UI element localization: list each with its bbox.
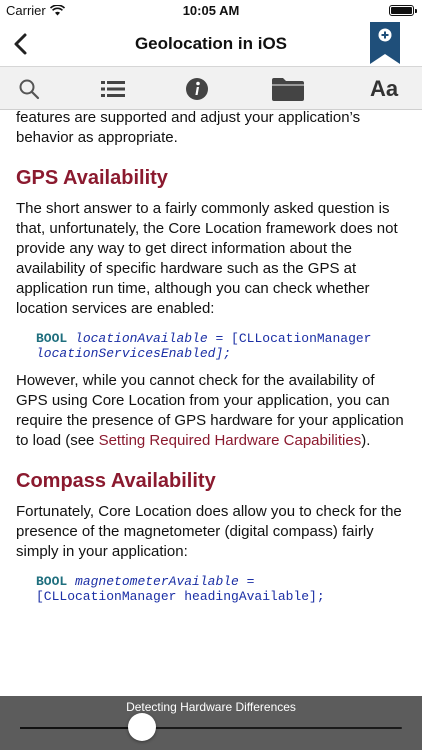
- battery-icon: [389, 5, 417, 16]
- code-line: BOOL locationAvailable = [CLLocationMana…: [36, 331, 406, 346]
- chapter-scrubber: Detecting Hardware Differences: [0, 696, 422, 750]
- code-line: locationServicesEnabled];: [36, 346, 232, 361]
- nav-bar: Geolocation in iOS: [0, 22, 422, 66]
- search-button[interactable]: [16, 74, 42, 104]
- code-variable: magnetometerAvailable: [75, 574, 239, 589]
- paragraph-gps-2: However, while you cannot check for the …: [16, 371, 406, 451]
- code-block-location: BOOL locationAvailable = [CLLocationMana…: [36, 331, 406, 361]
- code-block-magnetometer: BOOL magnetometerAvailable = [CLLocation…: [36, 574, 406, 604]
- current-section-label: Detecting Hardware Differences: [126, 700, 296, 714]
- code-keyword: BOOL: [36, 574, 68, 589]
- contents-button[interactable]: [100, 74, 126, 104]
- toolbar: Aa: [0, 66, 422, 110]
- heading-compass-availability: Compass Availability: [16, 470, 216, 492]
- paragraph-intro: features are supported and adjust your a…: [16, 110, 361, 146]
- code-variable: locationAvailable: [75, 331, 208, 346]
- back-chevron-icon[interactable]: [8, 30, 36, 58]
- info-button[interactable]: [184, 74, 210, 104]
- code-text: = [CLLocationManager: [207, 331, 372, 346]
- code-line: BOOL magnetometerAvailable =: [36, 574, 406, 589]
- paragraph-compass: Fortunately, Core Location does allow yo…: [16, 503, 402, 560]
- paragraph-text: ).: [361, 432, 371, 449]
- folder-icon: [272, 78, 304, 101]
- code-keyword: BOOL: [36, 331, 68, 346]
- code-line: [CLLocationManager headingAvailable];: [36, 589, 325, 604]
- scrubber-fill: [20, 727, 143, 729]
- folder-button[interactable]: [271, 74, 305, 104]
- paragraph-gps-1: The short answer to a fairly commonly as…: [16, 200, 398, 317]
- reader-content[interactable]: features are supported and adjust your a…: [0, 110, 422, 696]
- font-settings-button[interactable]: Aa: [366, 74, 402, 104]
- info-icon: [186, 78, 208, 100]
- link-required-hardware[interactable]: Setting Required Hardware Capabilities: [99, 432, 362, 449]
- heading-gps-availability: GPS Availability: [16, 167, 168, 189]
- page-title: Geolocation in iOS: [134, 34, 288, 53]
- search-icon: [19, 79, 40, 100]
- scrubber-track[interactable]: [20, 727, 402, 729]
- status-bar: Carrier 10:05 AM: [0, 0, 422, 22]
- bookmark-add-icon[interactable]: [370, 22, 400, 64]
- scrubber-thumb[interactable]: [128, 713, 157, 741]
- list-icon: [101, 81, 125, 97]
- code-text: =: [238, 574, 255, 589]
- status-time: 10:05 AM: [182, 3, 240, 18]
